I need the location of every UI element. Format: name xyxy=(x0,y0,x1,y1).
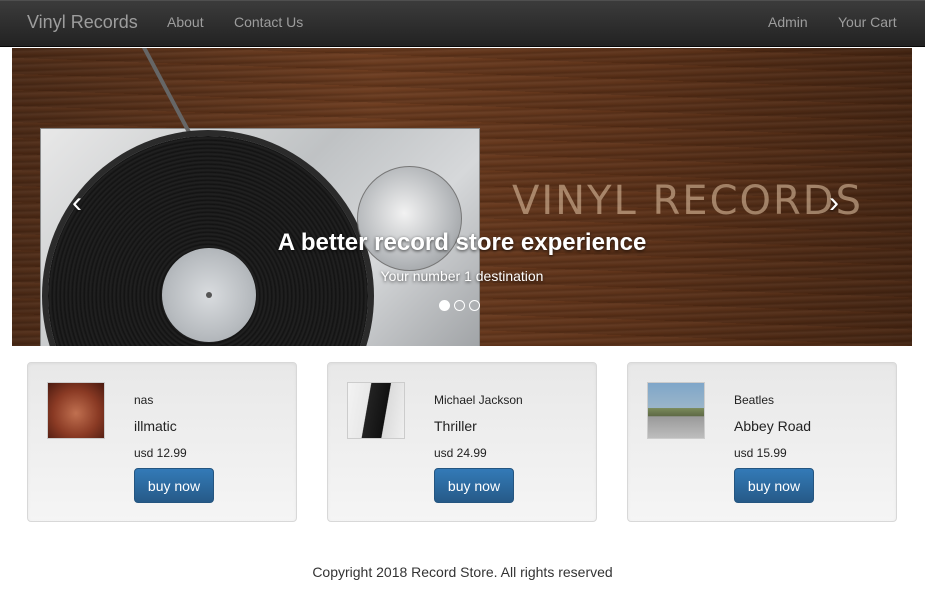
product-card: nas illmatic usd 12.99 buy now xyxy=(27,362,297,522)
buy-now-button[interactable]: buy now xyxy=(734,468,814,503)
top-navbar: Vinyl Records About Contact Us Admin You… xyxy=(0,0,925,47)
nav-link-cart[interactable]: Your Cart xyxy=(838,14,897,30)
nav-link-about[interactable]: About xyxy=(167,14,204,30)
buy-now-button[interactable]: buy now xyxy=(434,468,514,503)
nav-link-contact[interactable]: Contact Us xyxy=(234,14,303,30)
product-price: usd 15.99 xyxy=(734,446,787,460)
product-album: illmatic xyxy=(134,418,177,434)
album-cover-image xyxy=(347,382,405,439)
product-price: usd 24.99 xyxy=(434,446,487,460)
product-artist: Michael Jackson xyxy=(434,393,523,407)
product-artist: nas xyxy=(134,393,154,407)
product-card: Beatles Abbey Road usd 15.99 buy now xyxy=(627,362,897,522)
carousel-next-icon[interactable]: › xyxy=(829,186,839,220)
album-cover-image xyxy=(47,382,105,439)
hero-wordmark: VINYL RECORDS xyxy=(512,178,863,224)
carousel-caption-title: A better record store experience xyxy=(277,229,647,256)
carousel-indicator-1[interactable] xyxy=(439,300,450,311)
carousel-indicator-2[interactable] xyxy=(454,300,465,311)
footer-copyright: Copyright 2018 Record Store. All rights … xyxy=(312,564,613,580)
product-price: usd 12.99 xyxy=(134,446,187,460)
carousel-prev-icon[interactable]: ‹ xyxy=(72,186,82,220)
nav-link-admin[interactable]: Admin xyxy=(768,14,808,30)
carousel-indicator-3[interactable] xyxy=(469,300,480,311)
record-spindle xyxy=(206,292,212,298)
buy-now-button[interactable]: buy now xyxy=(134,468,214,503)
product-card: Michael Jackson Thriller usd 24.99 buy n… xyxy=(327,362,597,522)
carousel-indicators xyxy=(439,300,480,311)
brand-link[interactable]: Vinyl Records xyxy=(27,12,138,33)
product-artist: Beatles xyxy=(734,393,775,407)
product-album: Thriller xyxy=(434,418,477,434)
carousel-caption-subtitle: Your number 1 destination xyxy=(380,268,544,284)
album-cover-image xyxy=(647,382,705,439)
hero-carousel: VINYL RECORDS ‹ › A better record store … xyxy=(12,48,912,346)
product-album: Abbey Road xyxy=(734,418,812,434)
